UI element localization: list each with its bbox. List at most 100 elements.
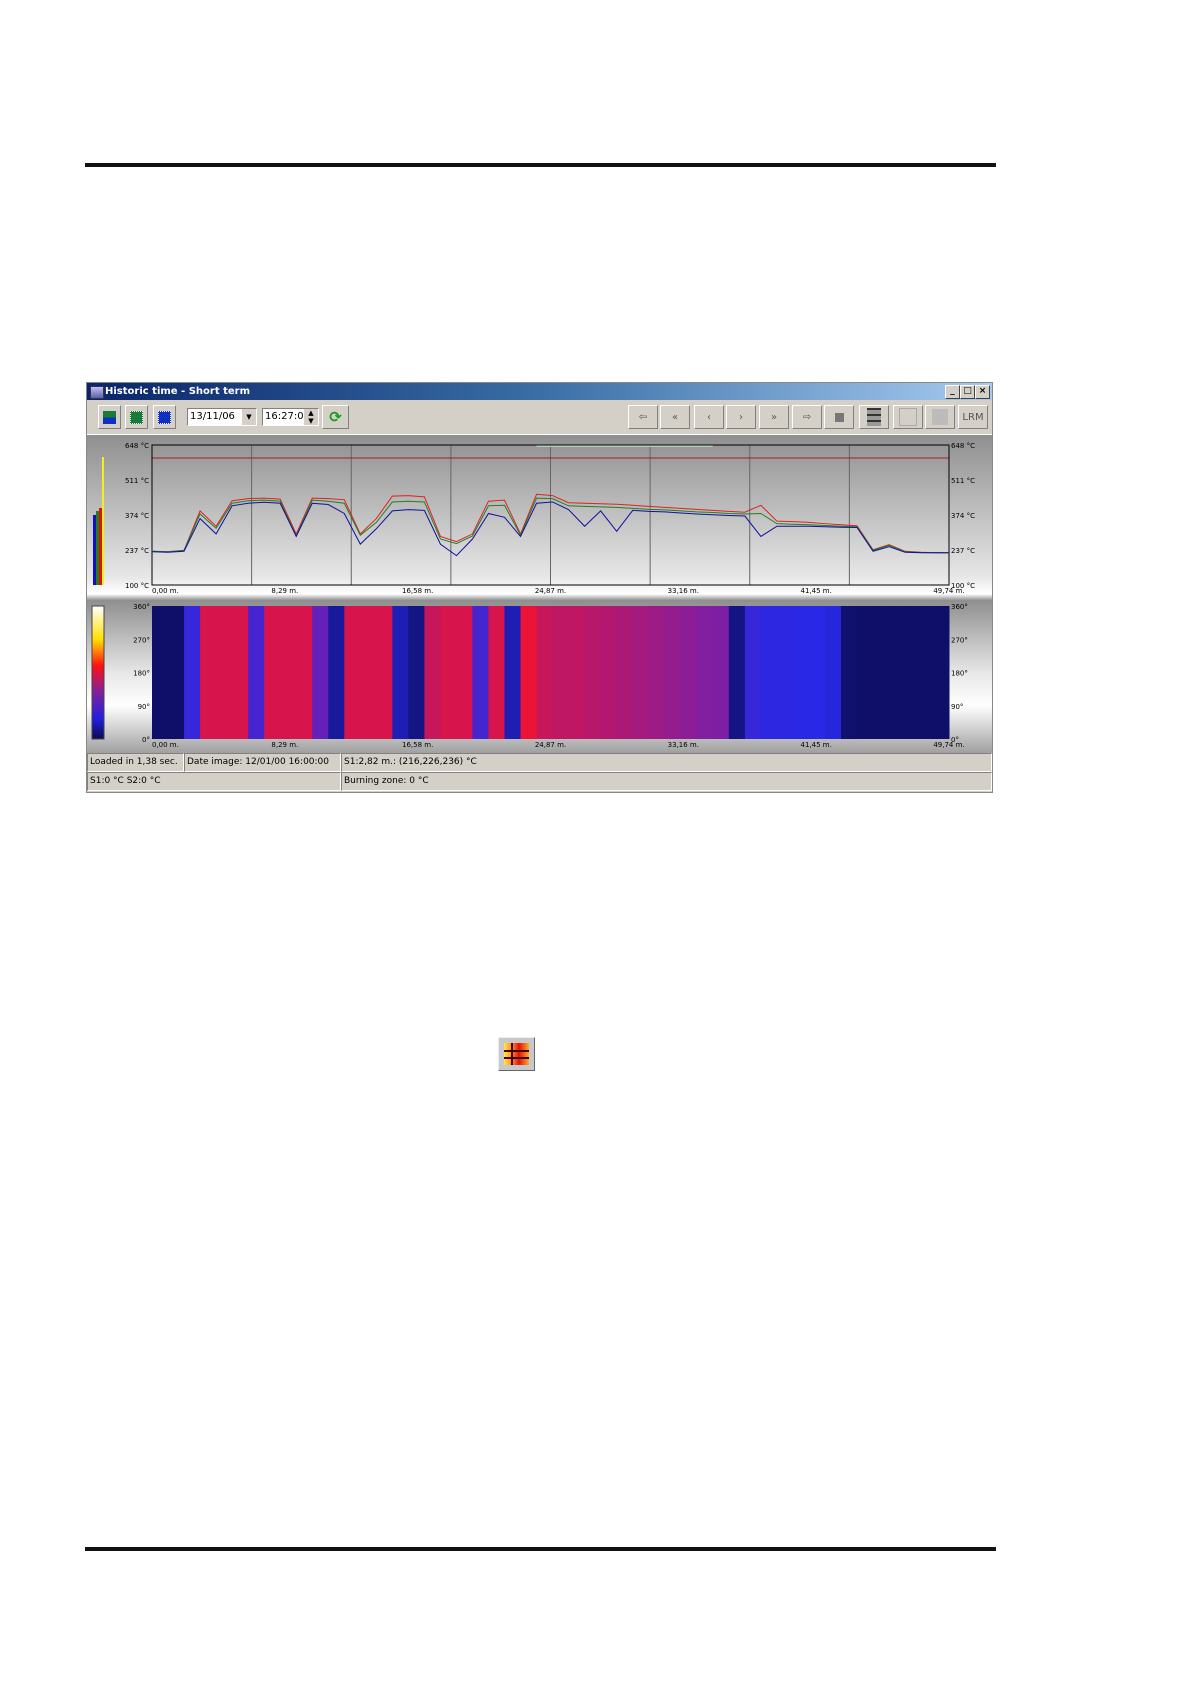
heatmap-column: [792, 606, 810, 739]
x-tick-label: 41,45 m.: [801, 587, 832, 595]
heatmap-y-tick-right: 270°: [951, 636, 968, 644]
heatmap-x-tick-label: 49,74 m.: [933, 741, 964, 749]
heatmap-column: [504, 606, 522, 739]
first-icon: ⇦: [638, 411, 648, 423]
fast-forward-icon: »: [770, 411, 778, 423]
heatmap-column: [456, 606, 473, 739]
heatmap-y-tick-right: 90°: [951, 703, 963, 711]
heatmap-column: [280, 606, 297, 739]
y-tick-label-right: 374 °C: [951, 512, 975, 520]
lrm-button[interactable]: LRM: [958, 405, 988, 429]
heatmap-column: [841, 606, 858, 739]
heatmap-column: [472, 606, 489, 739]
status-s1s2: S1:0 °C S2:0 °C: [87, 772, 341, 791]
forward-button[interactable]: ›: [726, 405, 756, 429]
app-icon: [90, 386, 104, 399]
x-tick-label: 0,00 m.: [152, 587, 179, 595]
charts-svg: 648 °C 648 °C 511 °C 511 °C 374 °C 374 °C 237 …: [91, 442, 975, 749]
heatmap-tool-icon: [498, 1037, 535, 1071]
minimize-button[interactable]: _: [945, 385, 960, 399]
legend-bar-blue: [93, 515, 96, 585]
x-tick-label: 33,16 m.: [668, 587, 699, 595]
view-both-button[interactable]: [98, 405, 121, 429]
heatmap-y-tick-left: 270°: [133, 636, 150, 644]
stop-button[interactable]: [824, 405, 854, 429]
view-image-icon: [158, 410, 171, 424]
chart-button[interactable]: [893, 405, 923, 429]
heatmap-column: [392, 606, 409, 739]
heatmap-y-tick-left: 360°: [133, 603, 150, 611]
heatmap-x-tick-label: 0,00 m.: [152, 741, 179, 749]
x-tick-label: 24,87 m.: [535, 587, 566, 595]
title-bar[interactable]: Historic time - Short term _ □ ×: [87, 383, 992, 400]
x-tick-label: 49,74 m.: [933, 587, 964, 595]
fast-forward-button[interactable]: »: [759, 405, 789, 429]
spin-arrows-icon[interactable]: ▲ ▼: [304, 409, 318, 425]
heatmap-column: [408, 606, 425, 739]
heatmap-column: [216, 606, 233, 739]
legend-bar-red: [99, 508, 102, 585]
document-page: Historic time - Short term _ □ × 13/11/0…: [0, 0, 1191, 1684]
header-rule: [85, 163, 996, 167]
y-tick-label-left: 374 °C: [125, 512, 149, 520]
view-image-button[interactable]: [153, 405, 176, 429]
forward-icon: ›: [739, 411, 743, 423]
heatmap-column: [328, 606, 345, 739]
refresh-button[interactable]: ⟳: [322, 405, 349, 429]
heatmap-column: [616, 606, 634, 739]
toolbar: 13/11/06 ▼ 16:27:05 ▲ ▼ ⟳ ⇦ « ‹ › » ⇨ LRM: [87, 400, 992, 435]
heatmap-x-tick-label: 33,16 m.: [668, 741, 699, 749]
kiln-icon: [932, 409, 948, 425]
date-select[interactable]: 13/11/06 ▼: [187, 408, 257, 426]
grid-icon: [867, 408, 881, 426]
historic-window: Historic time - Short term _ □ × 13/11/0…: [86, 382, 993, 793]
heatmap-column: [937, 606, 950, 739]
time-spinner[interactable]: 16:27:05 ▲ ▼: [262, 408, 319, 426]
heatmap-column: [776, 606, 794, 739]
status-burning-zone: Burning zone: 0 °C: [341, 772, 992, 791]
refresh-icon: ⟳: [329, 408, 342, 426]
heatmap-column: [760, 606, 778, 739]
heatmap-column: [536, 606, 554, 739]
x-tick-label: 8,29 m.: [271, 587, 298, 595]
heatmap-column: [600, 606, 618, 739]
date-value: 13/11/06: [190, 411, 235, 422]
heatmap-column: [921, 606, 938, 739]
heatmap-column: [648, 606, 666, 739]
heatmap-column: [680, 606, 698, 739]
status-sensor: S1:2,82 m.: (216,226,236) °C: [341, 753, 992, 772]
heatmap-column: [168, 606, 185, 739]
heatmap-column: [200, 606, 217, 739]
heatmap-column: [248, 606, 265, 739]
view-profile-button[interactable]: [125, 405, 148, 429]
last-button[interactable]: ⇨: [792, 405, 822, 429]
last-icon: ⇨: [802, 411, 812, 423]
grid-button[interactable]: [859, 405, 889, 429]
heatmap-column: [857, 606, 874, 739]
status-loaded: Loaded in 1,38 sec.: [87, 753, 184, 772]
heatmap-column: [744, 606, 762, 739]
heatmap-column: [905, 606, 922, 739]
heatmap-column: [712, 606, 730, 739]
close-button[interactable]: ×: [975, 385, 990, 399]
back-button[interactable]: ‹: [694, 405, 724, 429]
first-button[interactable]: ⇦: [628, 405, 658, 429]
status-date-image: Date image: 12/01/00 16:00:00: [184, 753, 341, 772]
heatmap-colorbar: [91, 605, 105, 740]
heatmap-column: [584, 606, 602, 739]
heatmap-column: [264, 606, 281, 739]
legend-bar-yellow: [102, 457, 104, 585]
chart-icon: [899, 408, 917, 426]
maximize-button[interactable]: □: [960, 385, 975, 399]
heatmap-x-tick-label: 24,87 m.: [535, 741, 566, 749]
chevron-down-icon[interactable]: ▼: [242, 409, 256, 425]
fast-back-button[interactable]: «: [660, 405, 690, 429]
heatmap-column: [568, 606, 586, 739]
kiln-button[interactable]: [925, 405, 955, 429]
back-icon: ‹: [707, 411, 711, 423]
heatmap-x-tick-label: 16,58 m.: [402, 741, 433, 749]
heatmap-x-tick-label: 8,29 m.: [271, 741, 298, 749]
heatmap-column: [664, 606, 682, 739]
footer-rule: [85, 1547, 996, 1551]
heatmap-column: [184, 606, 201, 739]
